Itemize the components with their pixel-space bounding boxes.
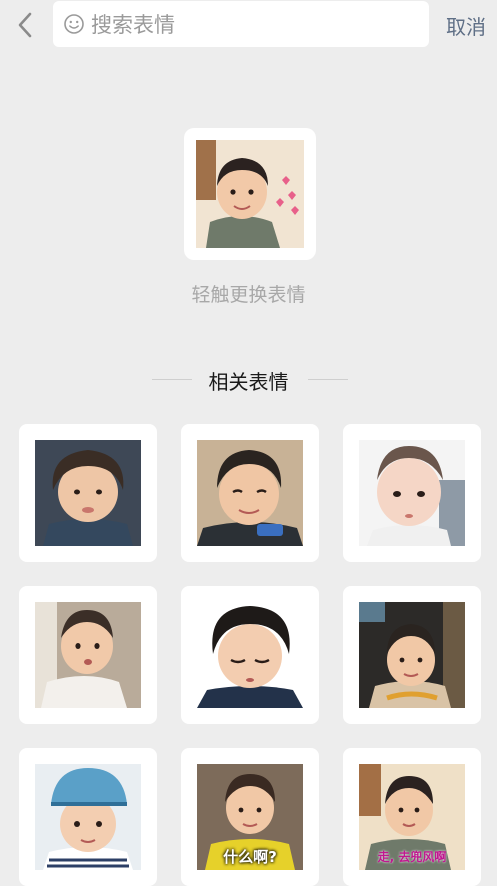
sticker-image: 什么啊? bbox=[197, 764, 303, 870]
sticker-caption: 走, 去兜风啊 bbox=[377, 850, 447, 864]
back-button[interactable] bbox=[12, 10, 40, 40]
search-input[interactable] bbox=[89, 7, 423, 43]
sticker-image bbox=[35, 764, 141, 870]
related-sticker[interactable] bbox=[181, 424, 319, 562]
related-title: 相关表情 bbox=[208, 370, 289, 394]
related-sticker[interactable] bbox=[181, 586, 319, 724]
sticker-image: 走, 去兜风啊 bbox=[359, 764, 465, 870]
change-sticker-hint: 轻触更换表情 bbox=[191, 284, 306, 306]
back-arrow-icon bbox=[18, 12, 32, 38]
related-sticker[interactable]: 走, 去兜风啊 bbox=[343, 748, 481, 886]
preview-sticker[interactable] bbox=[184, 128, 316, 260]
sticker-image bbox=[35, 440, 141, 546]
related-grid: 什么啊? 走, 去兜风啊 bbox=[0, 424, 497, 886]
smiley-icon bbox=[64, 14, 84, 34]
related-sticker[interactable] bbox=[343, 586, 481, 724]
top-bar: 取消 bbox=[0, 0, 497, 50]
related-sticker[interactable] bbox=[19, 424, 157, 562]
related-sticker[interactable]: 什么啊? bbox=[181, 748, 319, 886]
cancel-button[interactable]: 取消 bbox=[446, 11, 486, 40]
sticker-image bbox=[359, 440, 465, 546]
sticker-image bbox=[196, 140, 304, 248]
sticker-image bbox=[35, 602, 141, 708]
sticker-caption: 什么啊? bbox=[223, 848, 277, 866]
search-box[interactable] bbox=[53, 1, 429, 47]
sticker-image bbox=[197, 602, 303, 708]
related-sticker[interactable] bbox=[343, 424, 481, 562]
related-sticker[interactable] bbox=[19, 748, 157, 886]
divider-right bbox=[308, 379, 348, 380]
related-sticker[interactable] bbox=[19, 586, 157, 724]
sticker-image bbox=[197, 440, 303, 546]
sticker-image bbox=[359, 602, 465, 708]
related-section-header: 相关表情 bbox=[0, 366, 497, 394]
